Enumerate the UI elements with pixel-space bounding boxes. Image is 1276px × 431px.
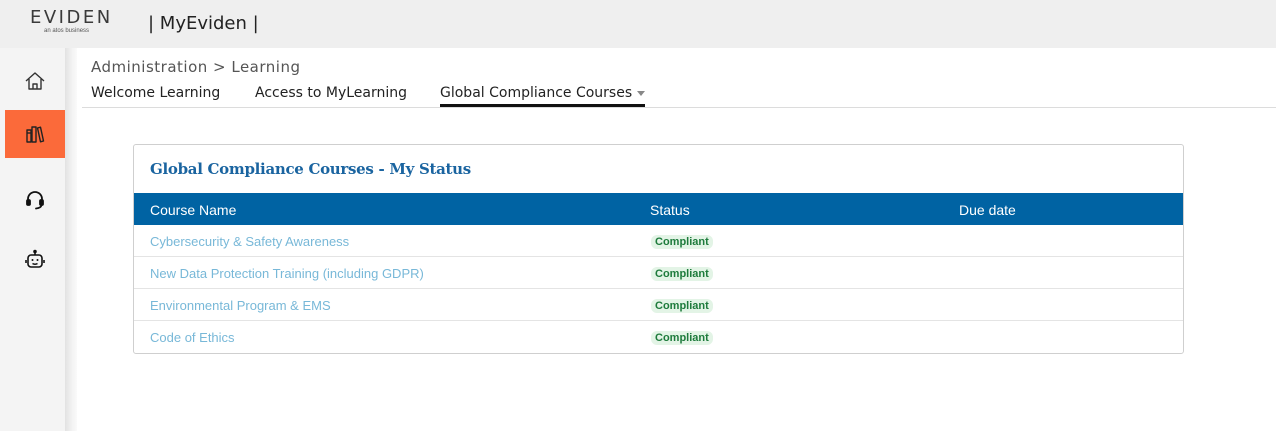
course-link[interactable]: New Data Protection Training (including …	[150, 266, 424, 281]
sidebar-item-assistant[interactable]	[5, 236, 65, 284]
column-header-course-name: Course Name	[150, 202, 237, 218]
table-header: Course Name Status Due date	[134, 193, 1183, 225]
compliance-status-card: Global Compliance Courses - My Status Co…	[133, 144, 1184, 354]
column-header-due-date: Due date	[959, 202, 1016, 218]
table-row: Environmental Program & EMS Compliant	[134, 289, 1183, 321]
status-badge: Compliant	[651, 267, 713, 281]
eviden-logo[interactable]: EVIDEN an atos business	[30, 7, 122, 39]
status-badge: Compliant	[651, 235, 713, 249]
card-title: Global Compliance Courses - My Status	[150, 160, 471, 178]
books-icon	[24, 123, 46, 145]
course-link[interactable]: Cybersecurity & Safety Awareness	[150, 234, 349, 249]
status-badge: Compliant	[651, 299, 713, 313]
chevron-down-icon	[637, 90, 646, 96]
status-badge: Compliant	[651, 331, 713, 345]
tab-welcome-learning[interactable]: Welcome Learning	[91, 85, 220, 101]
tab-label: Global Compliance Courses	[440, 85, 633, 101]
sidebar-item-learning[interactable]	[5, 110, 65, 158]
course-link[interactable]: Code of Ethics	[150, 330, 235, 345]
headset-icon	[24, 189, 46, 211]
table-row: New Data Protection Training (including …	[134, 257, 1183, 289]
table-row: Cybersecurity & Safety Awareness Complia…	[134, 225, 1183, 257]
sidebar-shadow	[65, 48, 77, 431]
table-row: Code of Ethics Compliant	[134, 321, 1183, 353]
sidebar-item-support[interactable]	[5, 176, 65, 224]
logo-text: EVIDEN	[30, 7, 113, 28]
column-header-status: Status	[650, 202, 690, 218]
sidebar-item-home[interactable]	[5, 57, 65, 105]
tab-divider	[82, 107, 1276, 108]
course-link[interactable]: Environmental Program & EMS	[150, 298, 331, 313]
bot-icon	[24, 249, 46, 271]
logo-subtext: an atos business	[44, 28, 90, 34]
app-title: | MyEviden |	[148, 13, 259, 34]
tab-access-mylearning[interactable]: Access to MyLearning	[255, 85, 407, 101]
breadcrumb: Administration > Learning	[91, 58, 301, 76]
tab-global-compliance-courses[interactable]: Global Compliance Courses	[440, 85, 646, 107]
home-icon	[24, 70, 46, 92]
top-bar: EVIDEN an atos business | MyEviden |	[0, 0, 1276, 48]
